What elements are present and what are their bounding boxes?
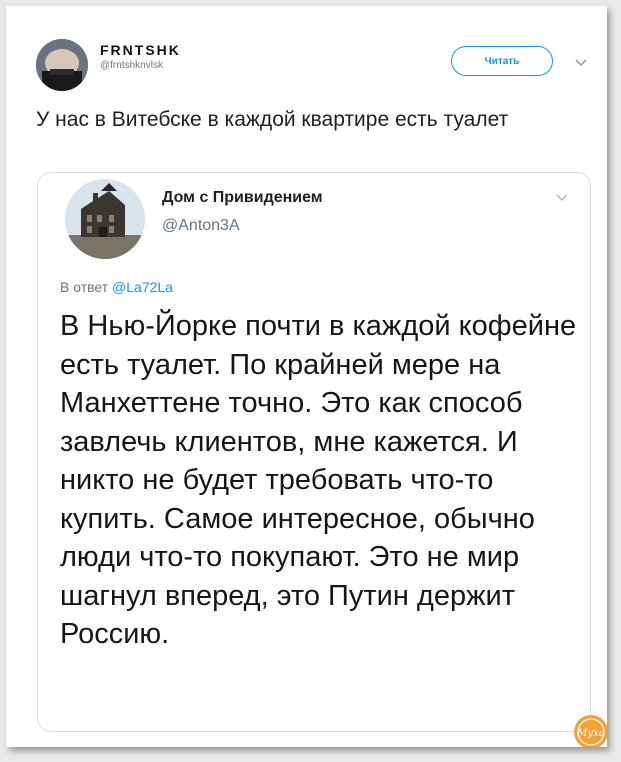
quoted-tweet[interactable]: Дом с Привидением @Anton3A В ответ @La72… xyxy=(37,172,591,732)
display-name[interactable]: FRNTSHK xyxy=(100,42,181,58)
tweet-text: У нас в Витебске в каждой квартире есть … xyxy=(36,108,509,131)
quoted-display-name[interactable]: Дом с Привидением xyxy=(162,189,323,207)
quoted-tweet-text: В Нью-Йорке почти в каждой кофейне есть … xyxy=(60,310,577,650)
avatar[interactable] xyxy=(36,39,88,91)
user-handle[interactable]: @frntshknvlsk xyxy=(100,60,163,71)
quoted-avatar[interactable] xyxy=(65,179,145,259)
reply-prefix: В ответ xyxy=(60,279,109,295)
reply-context: В ответ @La72La xyxy=(60,279,173,295)
chevron-down-icon[interactable] xyxy=(573,56,589,68)
reply-to-link[interactable]: @La72La xyxy=(112,279,173,295)
svg-text:Муха: Муха xyxy=(576,728,605,739)
quoted-user-handle[interactable]: @Anton3A xyxy=(162,217,240,235)
watermark-logo: Муха xyxy=(572,713,607,747)
avatar-image xyxy=(36,39,88,91)
tweet-card: FRNTSHK @frntshknvlsk Читать У нас в Вит… xyxy=(6,6,607,747)
follow-button[interactable]: Читать xyxy=(451,46,553,76)
chevron-down-icon[interactable] xyxy=(554,191,570,203)
house-image xyxy=(65,179,145,259)
